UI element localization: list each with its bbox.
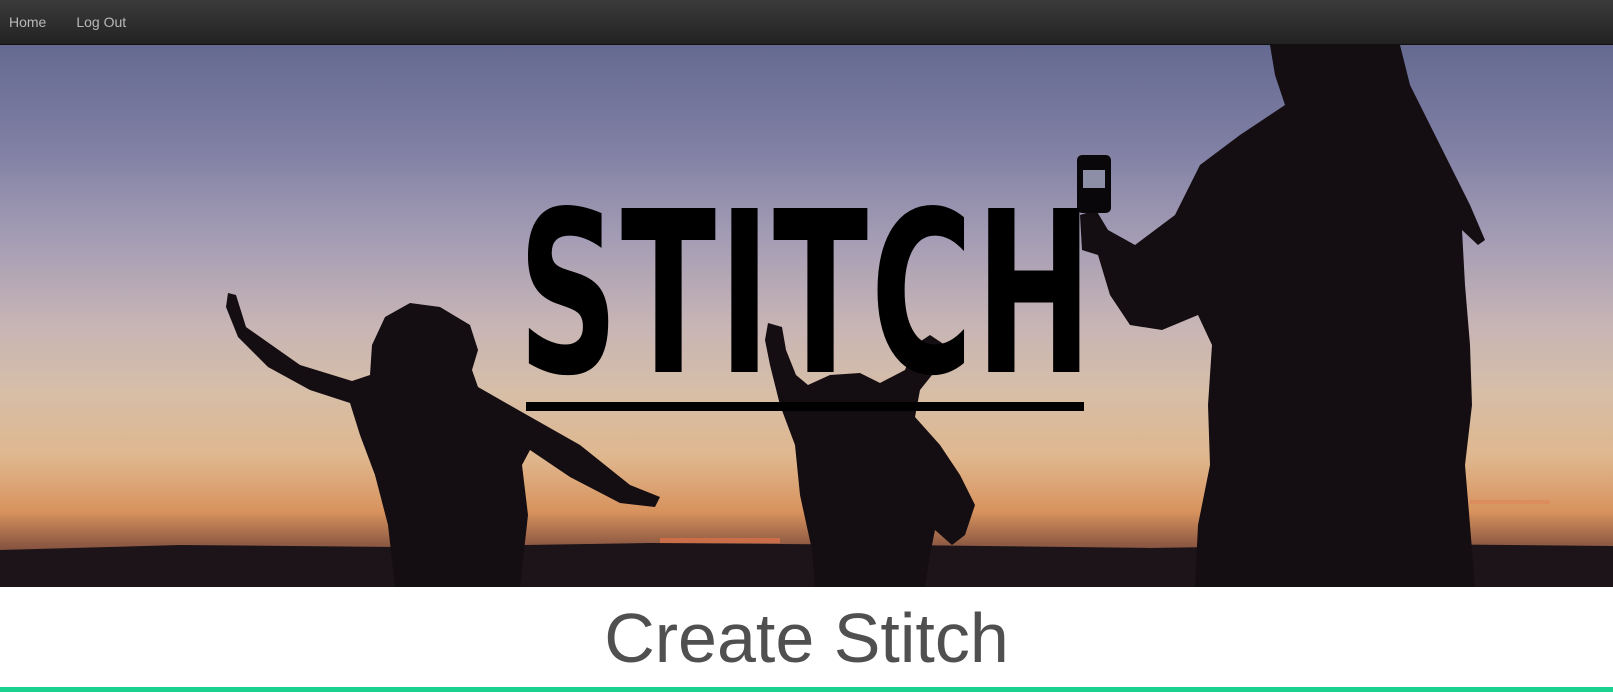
hero-title: STITCH — [517, 164, 1095, 426]
hero-title-underline — [526, 402, 1084, 411]
top-navbar: Home Log Out — [0, 0, 1613, 45]
page-title: Create Stitch — [604, 599, 1009, 677]
hero-banner: STITCH — [0, 45, 1613, 587]
nav-logout-link[interactable]: Log Out — [67, 0, 135, 45]
nav-home-link[interactable]: Home — [0, 0, 55, 45]
accent-divider — [0, 687, 1613, 692]
